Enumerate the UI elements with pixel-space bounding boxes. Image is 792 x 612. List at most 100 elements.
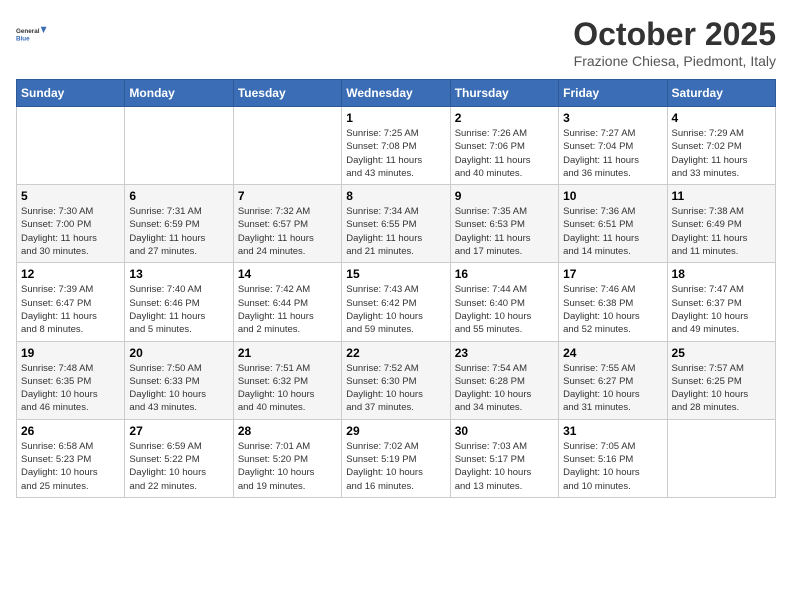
weekday-header: Monday (125, 80, 233, 107)
day-number: 23 (455, 346, 554, 360)
weekday-header: Friday (559, 80, 667, 107)
calendar-cell: 9 Sunrise: 7:35 AM Sunset: 6:53 PM Daylig… (450, 185, 558, 263)
calendar-cell: 29 Sunrise: 7:02 AM Sunset: 5:19 PM Dayli… (342, 419, 450, 497)
day-number: 14 (238, 267, 337, 281)
day-info: Sunrise: 7:25 AM Sunset: 7:08 PM Dayligh… (346, 127, 445, 180)
calendar-cell: 18 Sunrise: 7:47 AM Sunset: 6:37 PM Dayli… (667, 263, 775, 341)
calendar-cell: 8 Sunrise: 7:34 AM Sunset: 6:55 PM Daylig… (342, 185, 450, 263)
day-info: Sunrise: 7:54 AM Sunset: 6:28 PM Dayligh… (455, 362, 554, 415)
day-info: Sunrise: 7:57 AM Sunset: 6:25 PM Dayligh… (672, 362, 771, 415)
day-number: 16 (455, 267, 554, 281)
day-info: Sunrise: 7:05 AM Sunset: 5:16 PM Dayligh… (563, 440, 662, 493)
calendar-cell: 12 Sunrise: 7:39 AM Sunset: 6:47 PM Dayli… (17, 263, 125, 341)
day-number: 29 (346, 424, 445, 438)
day-info: Sunrise: 7:36 AM Sunset: 6:51 PM Dayligh… (563, 205, 662, 258)
calendar-cell: 11 Sunrise: 7:38 AM Sunset: 6:49 PM Dayli… (667, 185, 775, 263)
svg-text:Blue: Blue (16, 35, 30, 42)
calendar-cell: 2 Sunrise: 7:26 AM Sunset: 7:06 PM Daylig… (450, 107, 558, 185)
calendar-week-row: 1 Sunrise: 7:25 AM Sunset: 7:08 PM Daylig… (17, 107, 776, 185)
calendar-cell: 16 Sunrise: 7:44 AM Sunset: 6:40 PM Dayli… (450, 263, 558, 341)
day-info: Sunrise: 7:43 AM Sunset: 6:42 PM Dayligh… (346, 283, 445, 336)
location-subtitle: Frazione Chiesa, Piedmont, Italy (573, 53, 776, 69)
day-number: 19 (21, 346, 120, 360)
logo: GeneralBlue (16, 16, 52, 52)
day-info: Sunrise: 7:27 AM Sunset: 7:04 PM Dayligh… (563, 127, 662, 180)
weekday-header: Tuesday (233, 80, 341, 107)
day-info: Sunrise: 7:47 AM Sunset: 6:37 PM Dayligh… (672, 283, 771, 336)
day-info: Sunrise: 7:42 AM Sunset: 6:44 PM Dayligh… (238, 283, 337, 336)
day-info: Sunrise: 7:39 AM Sunset: 6:47 PM Dayligh… (21, 283, 120, 336)
day-number: 22 (346, 346, 445, 360)
day-number: 3 (563, 111, 662, 125)
day-number: 13 (129, 267, 228, 281)
day-number: 28 (238, 424, 337, 438)
day-number: 4 (672, 111, 771, 125)
day-info: Sunrise: 7:44 AM Sunset: 6:40 PM Dayligh… (455, 283, 554, 336)
calendar-cell: 4Sunrise: 7:29 AM Sunset: 7:02 PM Daylig… (667, 107, 775, 185)
calendar-cell: 24Sunrise: 7:55 AM Sunset: 6:27 PM Dayli… (559, 341, 667, 419)
calendar-cell: 22 Sunrise: 7:52 AM Sunset: 6:30 PM Dayli… (342, 341, 450, 419)
calendar-cell: 28Sunrise: 7:01 AM Sunset: 5:20 PM Dayli… (233, 419, 341, 497)
day-number: 8 (346, 189, 445, 203)
day-info: Sunrise: 7:34 AM Sunset: 6:55 PM Dayligh… (346, 205, 445, 258)
day-number: 15 (346, 267, 445, 281)
calendar-cell: 27 Sunrise: 6:59 AM Sunset: 5:22 PM Dayli… (125, 419, 233, 497)
weekday-header: Thursday (450, 80, 558, 107)
calendar-cell: 26 Sunrise: 6:58 AM Sunset: 5:23 PM Dayli… (17, 419, 125, 497)
weekday-header: Sunday (17, 80, 125, 107)
calendar-cell: 6Sunrise: 7:31 AM Sunset: 6:59 PM Daylig… (125, 185, 233, 263)
calendar-cell: 7Sunrise: 7:32 AM Sunset: 6:57 PM Daylig… (233, 185, 341, 263)
day-info: Sunrise: 7:31 AM Sunset: 6:59 PM Dayligh… (129, 205, 228, 258)
calendar-cell: 5 Sunrise: 7:30 AM Sunset: 7:00 PM Daylig… (17, 185, 125, 263)
calendar-cell: 13Sunrise: 7:40 AM Sunset: 6:46 PM Dayli… (125, 263, 233, 341)
weekday-header: Saturday (667, 80, 775, 107)
day-info: Sunrise: 7:46 AM Sunset: 6:38 PM Dayligh… (563, 283, 662, 336)
day-number: 31 (563, 424, 662, 438)
calendar-cell (17, 107, 125, 185)
day-info: Sunrise: 7:35 AM Sunset: 6:53 PM Dayligh… (455, 205, 554, 258)
calendar-cell: 19 Sunrise: 7:48 AM Sunset: 6:35 PM Dayli… (17, 341, 125, 419)
month-title: October 2025 (573, 16, 776, 53)
day-info: Sunrise: 6:58 AM Sunset: 5:23 PM Dayligh… (21, 440, 120, 493)
calendar-cell: 23 Sunrise: 7:54 AM Sunset: 6:28 PM Dayli… (450, 341, 558, 419)
day-info: Sunrise: 7:02 AM Sunset: 5:19 PM Dayligh… (346, 440, 445, 493)
calendar-cell: 20Sunrise: 7:50 AM Sunset: 6:33 PM Dayli… (125, 341, 233, 419)
title-block: October 2025 Frazione Chiesa, Piedmont, … (573, 16, 776, 69)
day-info: Sunrise: 7:52 AM Sunset: 6:30 PM Dayligh… (346, 362, 445, 415)
day-number: 27 (129, 424, 228, 438)
day-number: 17 (563, 267, 662, 281)
day-number: 12 (21, 267, 120, 281)
day-info: Sunrise: 6:59 AM Sunset: 5:22 PM Dayligh… (129, 440, 228, 493)
page-header: GeneralBlue October 2025 Frazione Chiesa… (16, 16, 776, 69)
weekday-header: Wednesday (342, 80, 450, 107)
day-info: Sunrise: 7:38 AM Sunset: 6:49 PM Dayligh… (672, 205, 771, 258)
day-info: Sunrise: 7:48 AM Sunset: 6:35 PM Dayligh… (21, 362, 120, 415)
day-number: 1 (346, 111, 445, 125)
day-info: Sunrise: 7:51 AM Sunset: 6:32 PM Dayligh… (238, 362, 337, 415)
calendar-cell: 10 Sunrise: 7:36 AM Sunset: 6:51 PM Dayli… (559, 185, 667, 263)
day-number: 11 (672, 189, 771, 203)
calendar-week-row: 26 Sunrise: 6:58 AM Sunset: 5:23 PM Dayli… (17, 419, 776, 497)
day-number: 21 (238, 346, 337, 360)
day-number: 18 (672, 267, 771, 281)
calendar-cell: 1 Sunrise: 7:25 AM Sunset: 7:08 PM Daylig… (342, 107, 450, 185)
calendar-cell (667, 419, 775, 497)
day-info: Sunrise: 7:26 AM Sunset: 7:06 PM Dayligh… (455, 127, 554, 180)
calendar-cell: 17 Sunrise: 7:46 AM Sunset: 6:38 PM Dayli… (559, 263, 667, 341)
day-number: 9 (455, 189, 554, 203)
day-number: 26 (21, 424, 120, 438)
calendar-week-row: 5 Sunrise: 7:30 AM Sunset: 7:00 PM Daylig… (17, 185, 776, 263)
calendar-week-row: 19 Sunrise: 7:48 AM Sunset: 6:35 PM Dayli… (17, 341, 776, 419)
day-number: 2 (455, 111, 554, 125)
day-number: 10 (563, 189, 662, 203)
calendar-header-row: SundayMondayTuesdayWednesdayThursdayFrid… (17, 80, 776, 107)
day-number: 25 (672, 346, 771, 360)
day-info: Sunrise: 7:50 AM Sunset: 6:33 PM Dayligh… (129, 362, 228, 415)
day-number: 5 (21, 189, 120, 203)
day-info: Sunrise: 7:30 AM Sunset: 7:00 PM Dayligh… (21, 205, 120, 258)
calendar-cell (125, 107, 233, 185)
day-info: Sunrise: 7:32 AM Sunset: 6:57 PM Dayligh… (238, 205, 337, 258)
svg-text:General: General (16, 28, 40, 35)
calendar-cell: 15 Sunrise: 7:43 AM Sunset: 6:42 PM Dayli… (342, 263, 450, 341)
day-info: Sunrise: 7:55 AM Sunset: 6:27 PM Dayligh… (563, 362, 662, 415)
